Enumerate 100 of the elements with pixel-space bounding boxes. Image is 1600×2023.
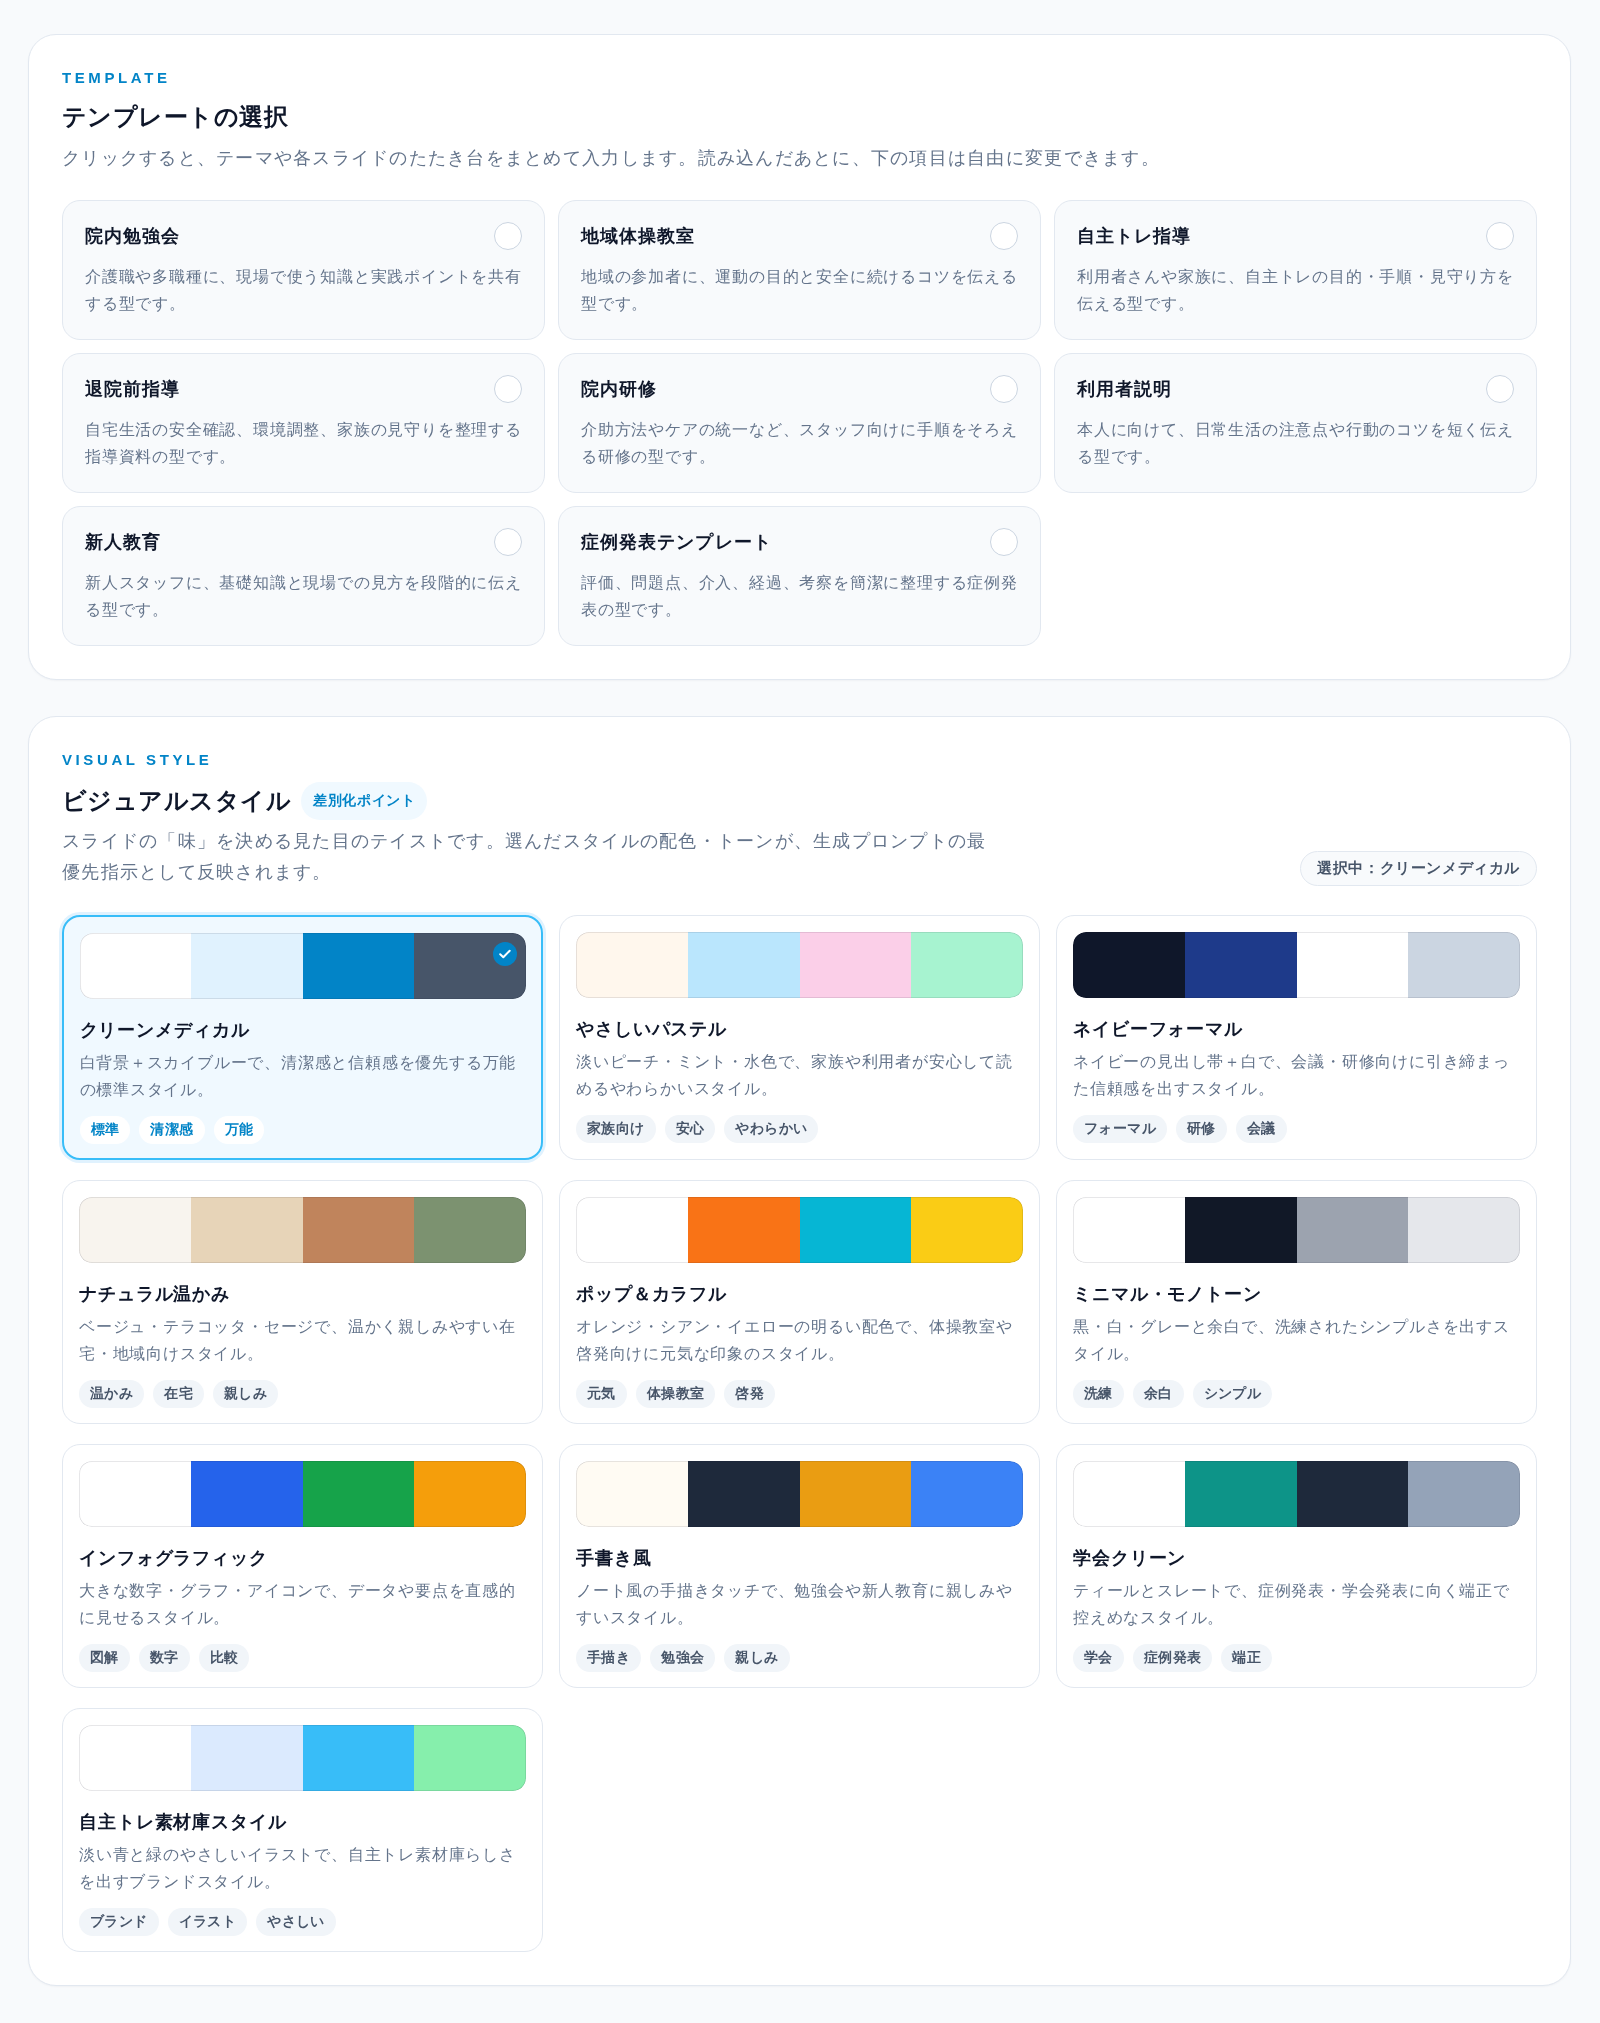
template-title: 院内勉強会 [85,225,181,248]
radio-button[interactable] [1486,375,1514,403]
style-tag: 図解 [79,1644,130,1672]
template-description: 介護職や多職種に、現場で使う知識と実践ポイントを共有する型です。 [85,267,522,314]
section-title: ビジュアルスタイル [62,786,292,816]
style-title: 自主トレ素材庫スタイル [79,1811,288,1834]
template-description: 地域の参加者に、運動の目的と安全に続けるコツを伝える型です。 [581,267,1018,314]
template-description: 評価、問題点、介入、経過、考察を簡潔に整理する症例発表の型です。 [581,573,1018,620]
style-tag: 標準 [79,1115,131,1144]
template-card[interactable]: 自主トレ指導 利用者さんや家族に、自主トレの目的・手順・見守り方を伝える型です。 [1054,200,1537,340]
style-tag: 比較 [198,1644,250,1672]
style-tag: 温かみ [79,1380,145,1408]
style-description: 淡いピーチ・ミント・水色で、家族や利用者が安心して読めるやわらかいスタイル。 [576,1052,1014,1099]
style-card[interactable]: ポップ＆カラフル オレンジ・シアン・イエローの明るい配色で、体操教室や啓発向けに元気な印象のスタイル。 元気 体操教室 啓発 [559,1180,1040,1424]
template-title: 自主トレ指導 [1077,225,1192,248]
template-title: 退院前指導 [85,378,181,401]
template-card[interactable]: 院内研修 介助方法やケアの統一など、スタッフ向けに手順をそろえる研修の型です。 [558,353,1041,493]
template-card[interactable]: 退院前指導 自宅生活の安全確認、環境調整、家族の見守りを整理する指導資料の型です。 [62,353,545,493]
style-tag: 手描き [576,1644,642,1672]
style-card[interactable]: 自主トレ素材庫スタイル 淡い青と緑のやさしいイラストで、自主トレ素材庫らしさを出すブランドスタイル。 ブランド イラスト やさしい [62,1708,543,1952]
style-description: ティールとスレートで、症例発表・学会発表に向く端正で控えめなスタイル。 [1073,1581,1511,1628]
style-title: クリーンメディカル [79,1018,251,1042]
radio-button[interactable] [494,222,522,250]
style-title: ミニマル・モノトーン [1073,1283,1263,1306]
style-tag: 余白 [1132,1380,1184,1408]
style-description: 黒・白・グレーと余白で、洗練されたシンプルさを出すスタイル。 [1073,1317,1511,1364]
style-title: やさしいパステル [576,1018,729,1041]
template-title: 院内研修 [581,378,658,401]
template-description: 自宅生活の安全確認、環境調整、家族の見守りを整理する指導資料の型です。 [85,420,522,467]
style-tag: 洗練 [1073,1380,1124,1408]
style-card[interactable]: ミニマル・モノトーン 黒・白・グレーと余白で、洗練されたシンプルさを出すスタイル。 洗練 余白 シンプル [1056,1180,1537,1424]
style-tag: 研修 [1176,1115,1227,1143]
template-title: 新人教育 [85,531,162,554]
style-tag: 端正 [1221,1644,1273,1672]
template-card[interactable]: 新人教育 新人スタッフに、基礎知識と現場での見方を段階的に伝える型です。 [62,506,545,646]
style-description: ネイビーの見出し帯＋白で、会議・研修向けに引き締まった信頼感を出すスタイル。 [1073,1052,1511,1099]
style-tag: 数字 [138,1644,190,1672]
radio-button[interactable] [990,528,1018,556]
feature-badge: 差別化ポイント [301,782,428,820]
template-title: 利用者説明 [1077,378,1173,401]
style-tag: やさしい [256,1908,336,1936]
style-tag: イラスト [167,1908,248,1936]
section-title: テンプレートの選択 [62,102,290,132]
template-description: 介助方法やケアの統一など、スタッフ向けに手順をそろえる研修の型です。 [581,420,1018,467]
style-tag: やわらかい [724,1115,819,1143]
style-tag: シンプル [1192,1380,1273,1408]
style-description: オレンジ・シアン・イエローの明るい配色で、体操教室や啓発向けに元気な印象のスタイル。 [576,1317,1014,1364]
style-card[interactable]: 手書き風 ノート風の手描きタッチで、勉強会や新人教育に親しみやすいスタイル。 手描き 勉強会 親しみ [559,1444,1040,1688]
radio-button[interactable] [1486,222,1514,250]
section-description: スライドの「味」を決める見た目のテイストです。選んだスタイルの配色・トーンが、生成プロンプトの最優先指示として反映されます。 [62,830,988,884]
style-title: インフォグラフィック [79,1547,269,1570]
radio-button[interactable] [990,222,1018,250]
style-card[interactable]: インフォグラフィック 大きな数字・グラフ・アイコンで、データや要点を直感的に見せるスタイル。 図解 数字 比較 [62,1444,543,1688]
style-card[interactable]: ネイビーフォーマル ネイビーの見出し帯＋白で、会議・研修向けに引き締まった信頼感を出すスタイル。 フォーマル 研修 会議 [1056,915,1537,1160]
style-description: 淡い青と緑のやさしいイラストで、自主トレ素材庫らしさを出すブランドスタイル。 [79,1845,517,1892]
style-card[interactable]: 学会クリーン ティールとスレートで、症例発表・学会発表に向く端正で控えめなスタイル。 学会 症例発表 端正 [1056,1444,1537,1688]
style-tag: ブランド [79,1908,159,1936]
style-tag: 親しみ [213,1380,279,1408]
style-tag: 症例発表 [1132,1644,1213,1672]
template-title: 地域体操教室 [581,225,696,248]
style-description: ベージュ・テラコッタ・セージで、温かく親しみやすい在宅・地域向けスタイル。 [79,1317,517,1364]
style-tag: 啓発 [724,1380,776,1408]
style-title: ナチュラル温かみ [79,1283,232,1306]
style-description: ノート風の手描きタッチで、勉強会や新人教育に親しみやすいスタイル。 [576,1581,1014,1628]
style-tag: 体操教室 [635,1380,716,1408]
style-card[interactable]: ナチュラル温かみ ベージュ・テラコッタ・セージで、温かく親しみやすい在宅・地域向けスタイル。 温かみ 在宅 親しみ [62,1180,543,1424]
radio-button[interactable] [494,375,522,403]
style-tag: 学会 [1073,1644,1124,1672]
radio-button[interactable] [990,375,1018,403]
template-description: 新人スタッフに、基礎知識と現場での見方を段階的に伝える型です。 [85,573,522,620]
style-card[interactable]: クリーンメディカル 白背景＋スカイブルーで、清潔感と信頼感を優先する万能の標準スタイル。 標準 清潔感 万能 [62,915,543,1160]
template-card[interactable]: 地域体操教室 地域の参加者に、運動の目的と安全に続けるコツを伝える型です。 [558,200,1041,340]
style-tag: フォーマル [1073,1115,1168,1143]
template-title: 症例発表テンプレート [581,531,772,554]
style-tag: 会議 [1235,1115,1287,1143]
style-title: ネイビーフォーマル [1073,1018,1245,1041]
style-tag: 安心 [664,1115,716,1143]
style-title: 手書き風 [576,1547,653,1570]
style-description: 大きな数字・グラフ・アイコンで、データや要点を直感的に見せるスタイル。 [79,1581,517,1628]
style-tag: 在宅 [153,1380,205,1408]
radio-button[interactable] [494,528,522,556]
selection-status-badge: 選択中：クリーンメディカル [1300,851,1537,886]
template-description: 利用者さんや家族に、自主トレの目的・手順・見守り方を伝える型です。 [1077,267,1514,314]
style-title: ポップ＆カラフル [576,1283,729,1306]
style-card[interactable]: やさしいパステル 淡いピーチ・ミント・水色で、家族や利用者が安心して読めるやわらかいスタイル。 家族向け 安心 やわらかい [559,915,1040,1160]
template-description: 本人に向けて、日常生活の注意点や行動のコツを短く伝える型です。 [1077,420,1514,467]
template-card[interactable]: 院内勉強会 介護職や多職種に、現場で使う知識と実践ポイントを共有する型です。 [62,200,545,340]
style-tag: 万能 [213,1115,265,1144]
section-eyebrow: VISUAL STYLE [62,750,214,770]
style-tag: 家族向け [576,1115,656,1143]
section-eyebrow: TEMPLATE [62,68,172,88]
style-tag: 勉強会 [650,1644,716,1672]
style-tag: 親しみ [724,1644,790,1672]
section-description: クリックすると、テーマや各スライドのたたき台をまとめて入力します。読み込んだあとに、下の項目は自由に変更できます。 [62,147,1161,170]
style-tag: 元気 [576,1380,627,1408]
template-card[interactable]: 利用者説明 本人に向けて、日常生活の注意点や行動のコツを短く伝える型です。 [1054,353,1537,493]
template-card[interactable]: 症例発表テンプレート 評価、問題点、介入、経過、考察を簡潔に整理する症例発表の型です。 [558,506,1041,646]
check-icon [492,941,517,966]
style-tag: 清潔感 [139,1115,205,1144]
style-title: 学会クリーン [1073,1547,1188,1570]
